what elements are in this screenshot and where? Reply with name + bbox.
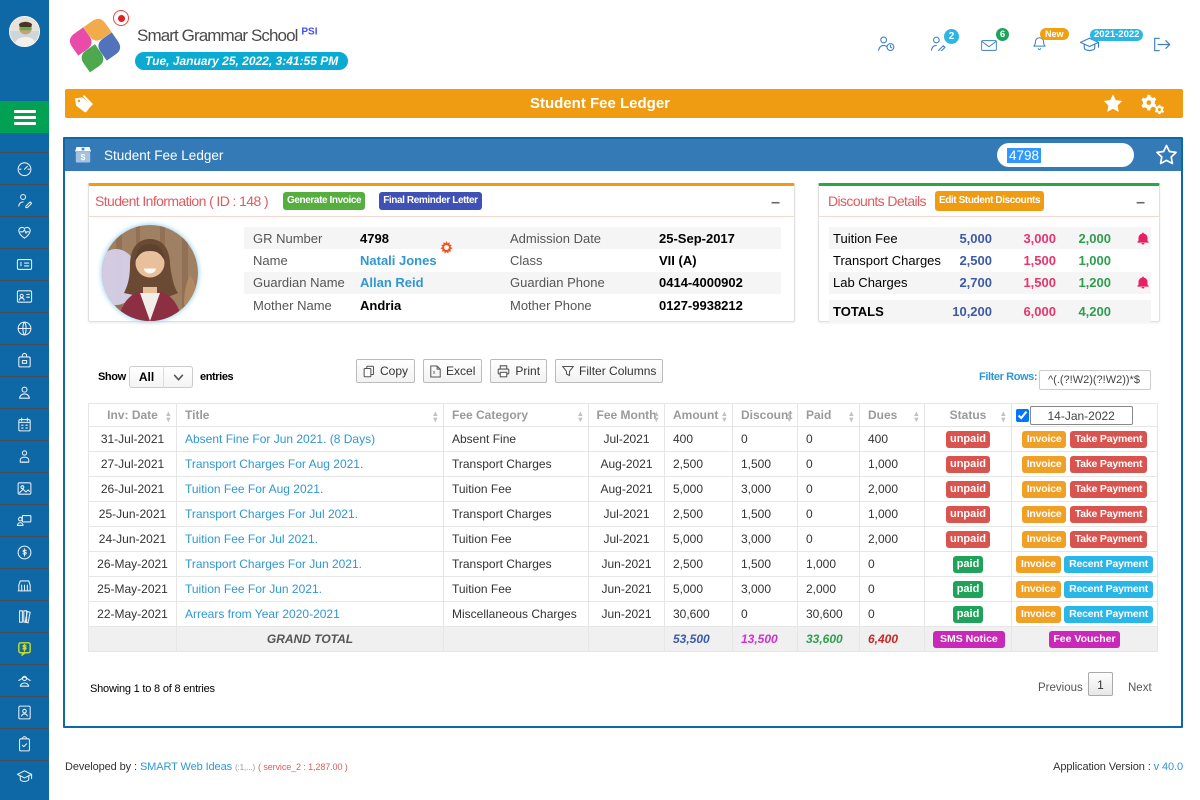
svg-text:x: x	[433, 369, 436, 375]
svg-text:$: $	[81, 152, 86, 162]
